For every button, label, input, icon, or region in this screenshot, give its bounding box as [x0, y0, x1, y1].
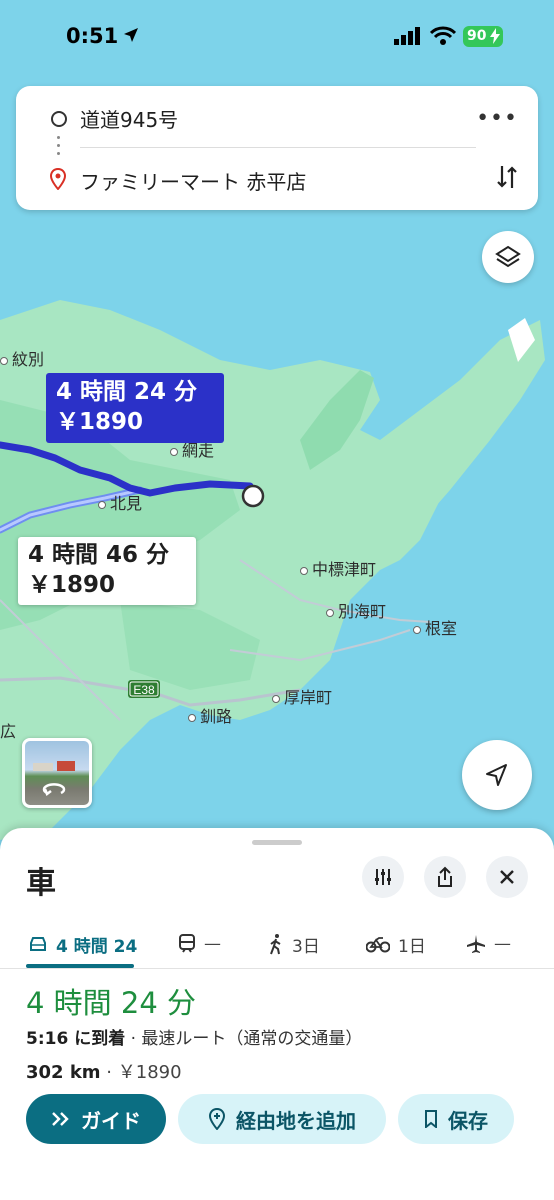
save-button[interactable]: 保存 — [398, 1094, 514, 1144]
battery-indicator: 90 — [463, 26, 503, 47]
battery-level: 90 — [467, 28, 487, 44]
add-waypoint-label: 経由地を追加 — [236, 1108, 356, 1133]
share-button[interactable] — [424, 856, 466, 898]
place-label-betsukai[interactable]: 別海町 — [326, 598, 386, 622]
walk-icon — [270, 934, 281, 955]
more-options-button[interactable]: ••• — [476, 106, 518, 131]
tab-transit-label: — — [204, 934, 221, 954]
place-label-hiro[interactable]: 広 — [0, 718, 16, 742]
add-location-icon — [208, 1108, 226, 1130]
place-label-akkeshi[interactable]: 厚岸町 — [272, 684, 332, 708]
primary-route-price: ￥1890 — [56, 409, 144, 435]
bike-icon — [366, 937, 390, 953]
layers-icon — [495, 245, 521, 268]
sheet-drag-handle[interactable] — [252, 840, 302, 845]
cellular-signal-icon — [394, 27, 420, 45]
e38-shield-label: E38 — [133, 683, 155, 697]
street-view-thumbnail[interactable] — [22, 738, 92, 808]
origin-field[interactable]: 道道945号 — [80, 104, 178, 133]
tab-transit[interactable]: — — [178, 922, 221, 966]
alt-route-price: ￥1890 — [28, 572, 116, 598]
travel-mode-tabs: 4 時間 24 — 3日 1日 — — [0, 922, 554, 969]
tab-walk-label: 3日 — [292, 936, 320, 957]
directions-bottom-sheet: 車 4 時間 24 — 3日 1日 — 4 時間 24 分 5:16 に到着 ·… — [0, 828, 554, 1200]
status-bar: 0:51 90 — [0, 0, 554, 74]
place-label-nemuro[interactable]: 根室 — [413, 615, 457, 639]
arrival-time: 5:16 に到着 — [26, 1029, 126, 1049]
close-icon — [500, 870, 514, 884]
train-icon — [179, 934, 195, 953]
start-guide-label: ガイド — [81, 1108, 141, 1133]
route-type: · 最速ルート（通常の交通量） — [125, 1029, 363, 1049]
double-chevron-icon — [52, 1112, 69, 1126]
tune-icon — [375, 869, 391, 885]
tab-bike[interactable]: 1日 — [366, 922, 426, 966]
place-label-monbetsu[interactable]: 紋別 — [0, 346, 44, 370]
origin-circle-icon — [51, 111, 67, 127]
arrival-info: 5:16 に到着 · 最速ルート（通常の交通量） — [26, 1024, 362, 1049]
travel-mode-title: 車 — [26, 866, 56, 901]
tab-bike-label: 1日 — [398, 936, 426, 957]
place-label-kushiro[interactable]: 釧路 — [188, 703, 232, 727]
bookmark-icon — [425, 1110, 437, 1128]
connector-dots — [57, 136, 60, 160]
trip-distance: 302 km — [26, 1062, 101, 1083]
primary-route-callout[interactable]: 4 時間 24 分 ￥1890 — [46, 373, 224, 443]
tab-car-label: 4 時間 24 — [56, 936, 138, 957]
place-label-nakashibetsu[interactable]: 中標津町 — [300, 556, 376, 580]
destination-pin-icon — [50, 168, 66, 190]
directions-search-card: 道道945号 ファミリーマート 赤平店 ••• — [16, 86, 538, 210]
destination-field[interactable]: ファミリーマート 赤平店 — [80, 166, 306, 195]
close-button[interactable] — [486, 856, 528, 898]
tab-flight-label: — — [494, 934, 511, 954]
car-icon — [30, 937, 46, 951]
tab-flight[interactable]: — — [466, 922, 511, 966]
save-label: 保存 — [448, 1108, 488, 1133]
location-arrow-icon — [124, 28, 138, 42]
add-waypoint-button[interactable]: 経由地を追加 — [178, 1094, 386, 1144]
plane-icon — [467, 935, 485, 953]
wifi-icon — [430, 26, 456, 45]
start-guide-button[interactable]: ガイド — [26, 1094, 166, 1144]
toll-price: · ￥1890 — [100, 1062, 182, 1083]
status-time: 0:51 — [66, 24, 119, 48]
tab-car[interactable]: 4 時間 24 — [28, 922, 137, 966]
active-tab-indicator — [26, 964, 134, 968]
my-location-button[interactable] — [462, 740, 532, 810]
field-divider — [80, 147, 476, 148]
navigation-arrow-icon — [486, 764, 507, 786]
charging-bolt-icon — [490, 28, 500, 44]
route-options-button[interactable] — [362, 856, 404, 898]
primary-route-duration: 4 時間 24 分 — [56, 379, 198, 405]
swap-direction-icon[interactable] — [496, 164, 518, 190]
share-icon — [438, 866, 452, 887]
layers-button[interactable] — [482, 231, 534, 283]
distance-info: 302 km · ￥1890 — [26, 1058, 182, 1084]
street-view-rotate-icon — [33, 761, 75, 796]
tab-walk[interactable]: 3日 — [268, 922, 320, 966]
place-label-kitami[interactable]: 北見 — [98, 490, 142, 514]
alt-route-callout[interactable]: 4 時間 46 分 ￥1890 — [18, 537, 196, 605]
alt-route-duration: 4 時間 46 分 — [28, 542, 170, 568]
trip-duration: 4 時間 24 分 — [26, 986, 197, 1020]
